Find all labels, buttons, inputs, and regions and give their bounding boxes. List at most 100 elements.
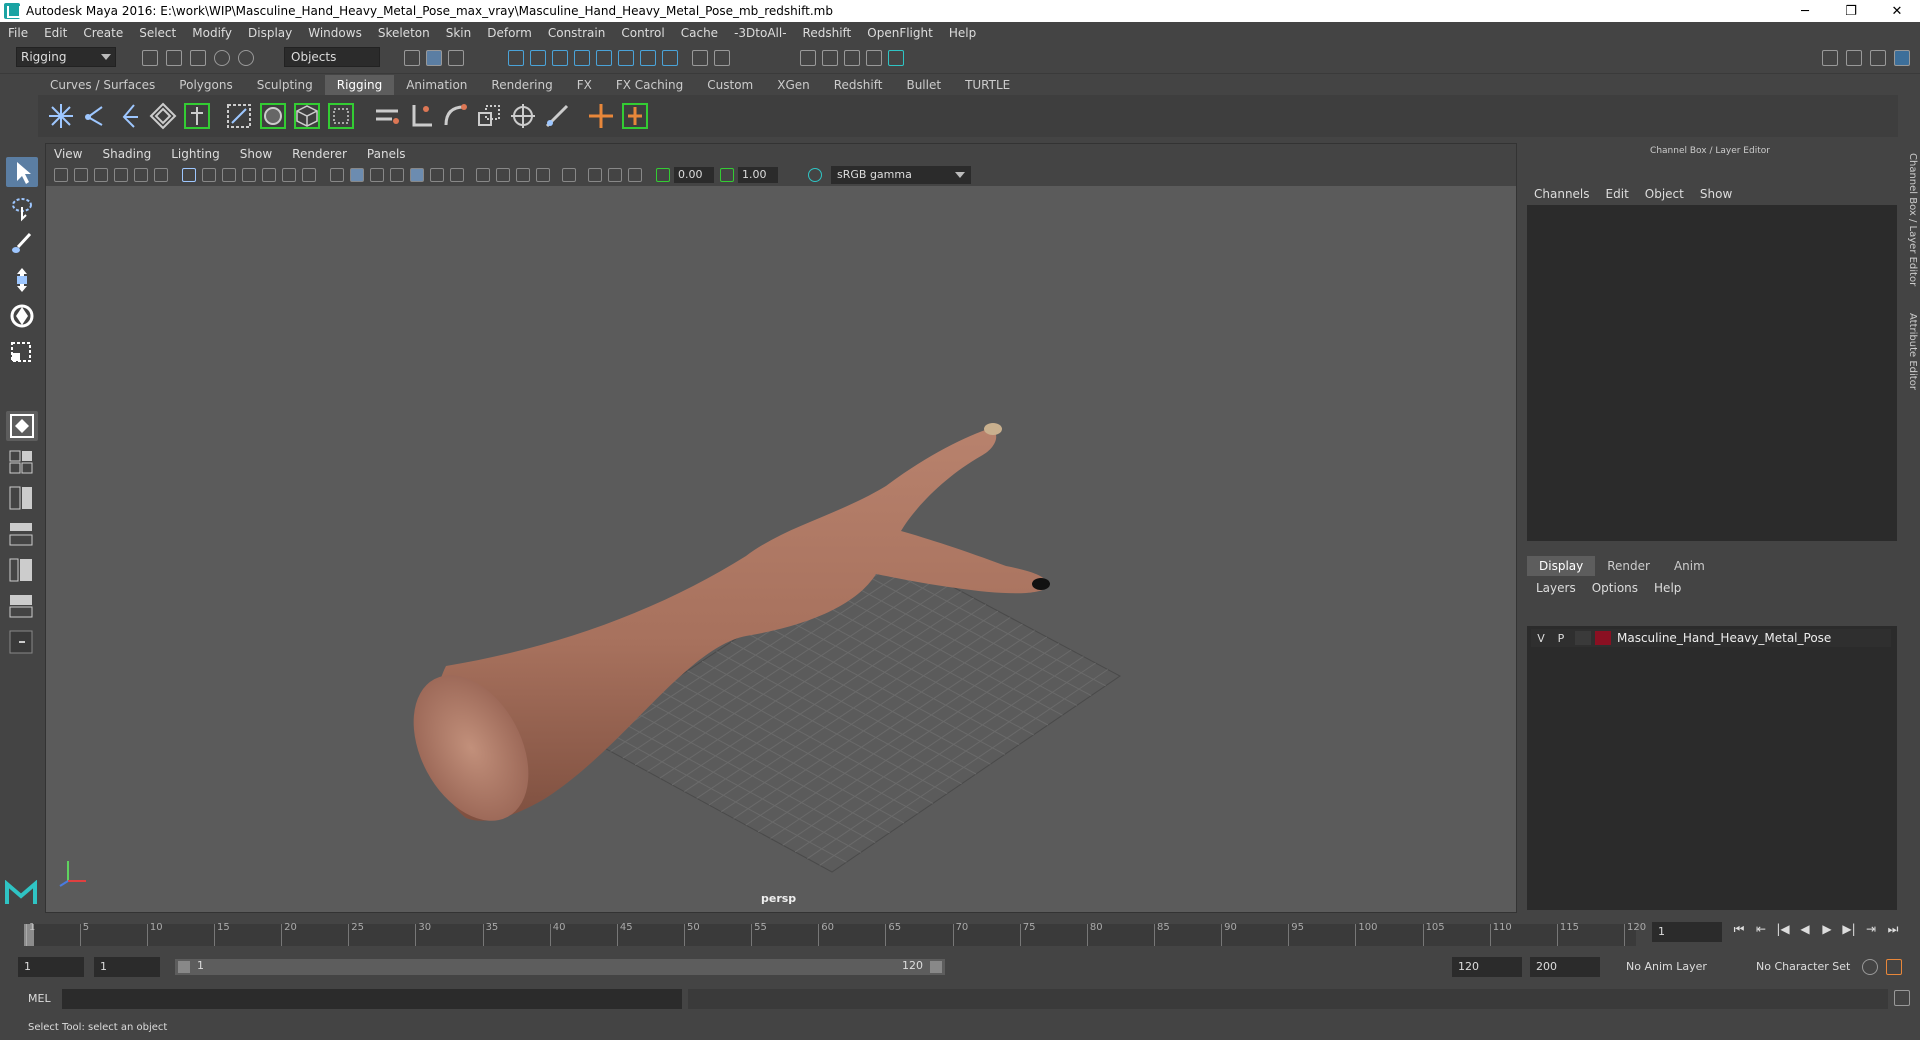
character-set-dropdown[interactable]: No Character Set bbox=[1750, 957, 1874, 977]
lasso-tool[interactable] bbox=[6, 193, 38, 223]
shelf-tab-fx[interactable]: FX bbox=[565, 75, 604, 95]
menu-channels[interactable]: Channels bbox=[1534, 187, 1590, 201]
constraint-parent-icon[interactable] bbox=[372, 101, 402, 131]
step-forward-frame-button[interactable]: ▶| bbox=[1840, 922, 1858, 942]
range-end-handle[interactable] bbox=[930, 961, 942, 973]
exposure-field[interactable]: 0.00 bbox=[674, 167, 714, 183]
animation-end-field[interactable]: 200 bbox=[1530, 957, 1600, 977]
rotate-tool[interactable] bbox=[6, 301, 38, 331]
image-plane-icon[interactable] bbox=[114, 168, 128, 182]
viewport-menu-view[interactable]: View bbox=[54, 147, 82, 161]
selection-mask-dropdown[interactable]: Objects bbox=[284, 47, 380, 67]
tab-display[interactable]: Display bbox=[1527, 556, 1596, 576]
constraint-point-icon[interactable] bbox=[406, 101, 436, 131]
menu-set-dropdown[interactable]: Rigging bbox=[16, 47, 116, 67]
render-view-icon[interactable] bbox=[822, 50, 838, 66]
lock-icon[interactable] bbox=[692, 50, 708, 66]
menu-file[interactable]: File bbox=[8, 26, 28, 40]
safe-title-icon[interactable] bbox=[302, 168, 316, 182]
anim-layer-dropdown[interactable]: No Anim Layer bbox=[1620, 957, 1744, 977]
wireframe-on-shaded-icon[interactable] bbox=[390, 168, 404, 182]
hik-icon[interactable] bbox=[148, 101, 178, 131]
camera-attributes-icon[interactable] bbox=[74, 168, 88, 182]
go-to-end-button[interactable]: ⏭ bbox=[1884, 922, 1902, 942]
undo-icon[interactable] bbox=[214, 50, 230, 66]
menu-control[interactable]: Control bbox=[621, 26, 664, 40]
motion-blur-icon[interactable] bbox=[496, 168, 510, 182]
color-management-icon[interactable] bbox=[808, 168, 822, 182]
new-scene-icon[interactable] bbox=[142, 50, 158, 66]
step-back-frame-button[interactable]: |◀ bbox=[1774, 922, 1792, 942]
camera-icon[interactable] bbox=[54, 168, 68, 182]
playback-start-field[interactable]: 1 bbox=[94, 957, 160, 977]
snap-grid-icon[interactable] bbox=[508, 50, 524, 66]
menu-redshift[interactable]: Redshift bbox=[803, 26, 852, 40]
depth-of-field-icon[interactable] bbox=[536, 168, 550, 182]
ipr-icon[interactable] bbox=[714, 50, 730, 66]
go-to-start-button[interactable]: ⏮ bbox=[1730, 922, 1748, 942]
menu-help[interactable]: Help bbox=[1654, 581, 1681, 595]
textured-icon[interactable] bbox=[410, 168, 424, 182]
menu-help[interactable]: Help bbox=[949, 26, 976, 40]
select-object-icon[interactable] bbox=[426, 50, 442, 66]
save-scene-icon[interactable] bbox=[190, 50, 206, 66]
script-editor-icon[interactable] bbox=[1894, 990, 1910, 1006]
playback-end-field[interactable]: 120 bbox=[1452, 957, 1522, 977]
shelf-tab-sculpting[interactable]: Sculpting bbox=[245, 75, 325, 95]
menu-options[interactable]: Options bbox=[1592, 581, 1638, 595]
layer-row[interactable]: V P Masculine_Hand_Heavy_Metal_Pose bbox=[1531, 629, 1891, 647]
bookmark-icon[interactable] bbox=[94, 168, 108, 182]
gamma-field[interactable]: 1.00 bbox=[738, 167, 778, 183]
ik-handle-icon[interactable] bbox=[80, 101, 110, 131]
shelf-tab-redshift[interactable]: Redshift bbox=[822, 75, 895, 95]
default-material-icon[interactable] bbox=[370, 168, 384, 182]
command-input[interactable] bbox=[62, 989, 682, 1009]
restore-button[interactable]: ❐ bbox=[1828, 0, 1874, 22]
layout-single-icon[interactable] bbox=[6, 447, 38, 477]
tab-render[interactable]: Render bbox=[1595, 556, 1662, 576]
shelf-tab-curves-surfaces[interactable]: Curves / Surfaces bbox=[38, 75, 167, 95]
menu-deform[interactable]: Deform bbox=[487, 26, 532, 40]
render-icon[interactable] bbox=[800, 50, 816, 66]
constraint-aim-icon[interactable] bbox=[508, 101, 538, 131]
wrap-icon[interactable] bbox=[326, 101, 356, 131]
isolate-select-icon[interactable] bbox=[562, 168, 576, 182]
quick-rig-icon[interactable] bbox=[182, 101, 212, 131]
play-forwards-button[interactable]: ▶ bbox=[1818, 922, 1836, 942]
hypershade-icon[interactable] bbox=[866, 50, 882, 66]
select-tool[interactable] bbox=[6, 157, 38, 187]
xray-icon[interactable] bbox=[588, 168, 602, 182]
side-tab-attribute-editor[interactable]: Attribute Editor bbox=[1902, 313, 1918, 390]
layout-graph-icon[interactable] bbox=[6, 591, 38, 621]
open-scene-icon[interactable] bbox=[166, 50, 182, 66]
grid-icon[interactable] bbox=[182, 168, 196, 182]
use-all-lights-icon[interactable] bbox=[430, 168, 444, 182]
symmetry-icon[interactable] bbox=[640, 50, 656, 66]
range-slider[interactable]: 1 120 bbox=[175, 959, 945, 975]
shelf-tab-custom[interactable]: Custom bbox=[695, 75, 765, 95]
menu-show[interactable]: Show bbox=[1700, 187, 1732, 201]
viewport-menu-lighting[interactable]: Lighting bbox=[171, 147, 220, 161]
time-slider-track[interactable]: 1510152025303540455055606570758085909510… bbox=[24, 922, 1646, 946]
viewport-menu-renderer[interactable]: Renderer bbox=[292, 147, 347, 161]
layout-outliner-icon[interactable] bbox=[6, 519, 38, 549]
menu-modify[interactable]: Modify bbox=[192, 26, 232, 40]
play-backwards-button[interactable]: ◀ bbox=[1796, 922, 1814, 942]
menu-constrain[interactable]: Constrain bbox=[548, 26, 606, 40]
side-tab-channel-box[interactable]: Channel Box / Layer Editor bbox=[1902, 153, 1918, 286]
menu-skin[interactable]: Skin bbox=[446, 26, 472, 40]
step-back-key-button[interactable]: ⇤ bbox=[1752, 922, 1770, 942]
grease-pencil-icon[interactable] bbox=[154, 168, 168, 182]
menu-create[interactable]: Create bbox=[83, 26, 123, 40]
menu-edit[interactable]: Edit bbox=[44, 26, 67, 40]
layout-two-pane-icon[interactable] bbox=[6, 483, 38, 513]
viewport-menu-shading[interactable]: Shading bbox=[102, 147, 151, 161]
history-icon[interactable] bbox=[662, 50, 678, 66]
menu-skeleton[interactable]: Skeleton bbox=[378, 26, 430, 40]
menu-cache[interactable]: Cache bbox=[681, 26, 718, 40]
auto-key-icon[interactable] bbox=[1862, 959, 1878, 975]
menu-display[interactable]: Display bbox=[248, 26, 292, 40]
select-hierarchy-icon[interactable] bbox=[404, 50, 420, 66]
viewport-menu-panels[interactable]: Panels bbox=[367, 147, 406, 161]
layer-type-toggle[interactable] bbox=[1575, 631, 1591, 645]
